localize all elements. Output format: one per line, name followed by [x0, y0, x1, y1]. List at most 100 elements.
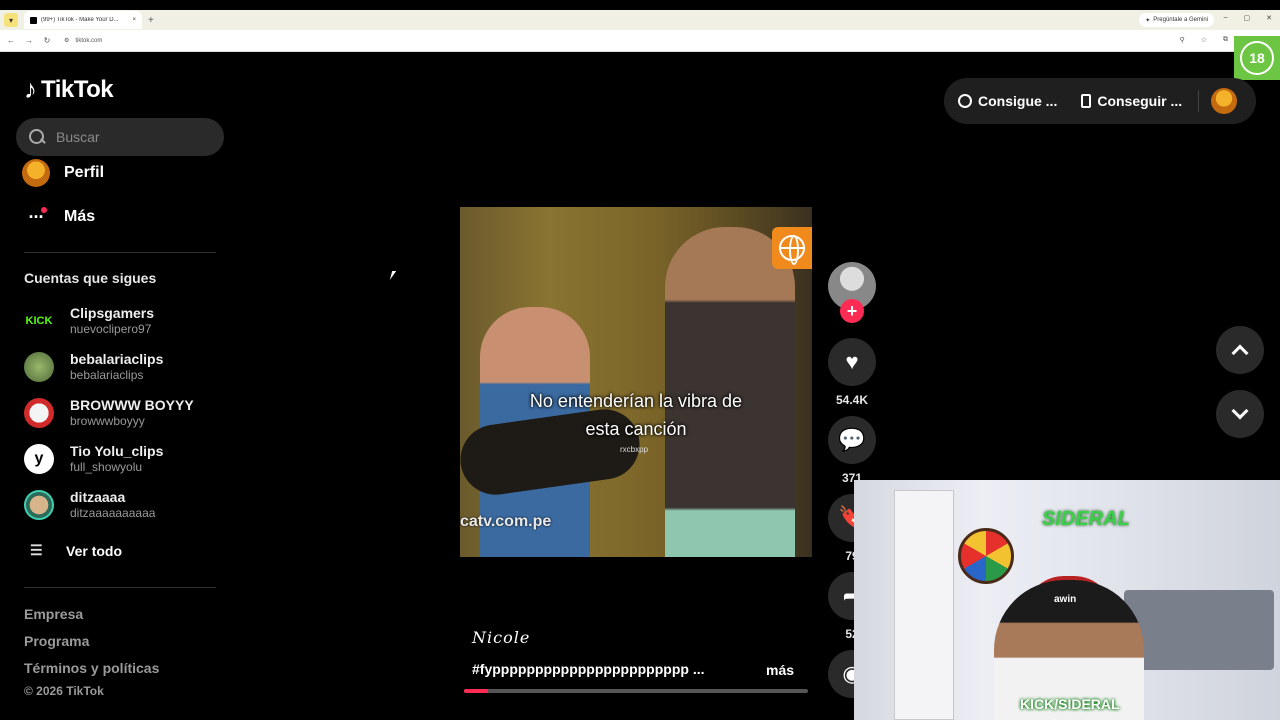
- video-caption-sub: rxcbxpp: [620, 445, 649, 454]
- address-bar: ← → ↻ ⚙ tiktok.com ⚲ ☆ ⧉: [0, 30, 1280, 52]
- account-avatar: [24, 490, 54, 520]
- following-account-item[interactable]: ditzaaaa ditzaaaaaaaaaa: [24, 489, 155, 521]
- following-account-item[interactable]: KICK Clipsgamers nuevoclipero97: [24, 305, 154, 337]
- see-all-button[interactable]: ☰ Ver todo: [30, 542, 122, 559]
- browser-tab[interactable]: (99+) TikTok - Make Your D... ×: [24, 11, 142, 29]
- url-field[interactable]: ⚙ tiktok.com: [60, 32, 1180, 49]
- sidebar-item-mas[interactable]: ··· Más: [22, 203, 96, 231]
- following-account-item[interactable]: bebalariaclips bebalariaclips: [24, 351, 163, 383]
- cap-logo: awin: [1054, 594, 1077, 605]
- video-player[interactable]: No entenderían la vibra de esta canción …: [460, 207, 812, 557]
- footer-link-empresa[interactable]: Empresa: [24, 606, 83, 622]
- get-coins-label: Consigue ...: [978, 93, 1058, 109]
- age-rating-text: 18: [1240, 41, 1274, 75]
- chevron-down-icon: [1231, 402, 1249, 420]
- coin-icon: [958, 94, 972, 108]
- tab-close-icon[interactable]: ×: [132, 17, 136, 23]
- footer-link-terms[interactable]: Términos y políticas: [24, 660, 159, 676]
- tiktok-favicon-icon: [30, 16, 37, 24]
- neon-sign: SIDERAL: [1042, 508, 1130, 530]
- comment-button[interactable]: 💬: [828, 416, 876, 464]
- tiktok-logo[interactable]: ♪ TikTok: [24, 74, 114, 105]
- account-name: Tio Yolu_clips: [70, 443, 164, 459]
- footer-link-programa[interactable]: Programa: [24, 633, 89, 649]
- sidebar-divider: [24, 252, 216, 253]
- prize-wheel-icon: [958, 528, 1014, 584]
- kick-avatar: KICK: [24, 306, 54, 336]
- copyright-text: © 2026 TikTok: [24, 684, 104, 698]
- webcam-scene-door: [894, 490, 954, 720]
- follow-plus-icon[interactable]: +: [840, 299, 864, 323]
- heart-icon: ♥: [845, 349, 859, 374]
- video-watermark: catv.com.pe: [460, 513, 552, 530]
- account-username: full_showyolu: [70, 460, 143, 474]
- account-avatar: [24, 352, 54, 382]
- user-avatar[interactable]: [1211, 88, 1238, 114]
- sidebar-item-label: Más: [64, 208, 96, 225]
- video-progress-bar[interactable]: [464, 689, 808, 693]
- like-button[interactable]: ♥: [828, 338, 876, 386]
- video-progress-fill: [464, 689, 489, 693]
- more-dots-icon: ···: [22, 203, 50, 231]
- maximize-icon[interactable]: ▢: [1244, 14, 1251, 22]
- account-name: ditzaaaa: [70, 489, 126, 505]
- account-avatar: y: [24, 444, 54, 474]
- video-caption-line: esta canción: [585, 419, 687, 439]
- notification-dot: [41, 207, 47, 213]
- following-account-item[interactable]: y Tio Yolu_clips full_showyolu: [24, 443, 163, 475]
- bookmark-star-icon[interactable]: ☆: [1201, 36, 1207, 44]
- gemini-button[interactable]: ✦ Pregúntale a Gemini: [1139, 13, 1214, 27]
- get-app-label: Conseguir ...: [1097, 93, 1183, 109]
- back-icon[interactable]: ←: [4, 36, 18, 45]
- account-avatar: [24, 398, 54, 428]
- list-icon: ☰: [30, 542, 43, 558]
- search-box[interactable]: [16, 118, 224, 156]
- next-video-button[interactable]: [1216, 390, 1264, 438]
- address-bar-actions: ⚲ ☆ ⧉: [1180, 36, 1228, 44]
- sidebar-item-perfil[interactable]: Perfil: [22, 159, 104, 187]
- account-username: bebalariaclips: [70, 368, 144, 382]
- account-username: ditzaaaaaaaaaa: [70, 506, 156, 520]
- site-info-icon[interactable]: ⚙: [64, 37, 69, 44]
- kick-channel-label: KICK/SIDERAL: [1020, 696, 1120, 712]
- video-author[interactable]: 𝑁𝑖𝑐𝑜𝑙𝑒: [472, 628, 530, 647]
- zoom-icon[interactable]: ⚲: [1180, 36, 1185, 44]
- following-section-title: Cuentas que sigues: [24, 270, 157, 286]
- streamer-webcam-overlay: SIDERAL awin KICK/SIDERAL: [854, 480, 1280, 720]
- browser-tab-bar: ▾ (99+) TikTok - Make Your D... × + ✦ Pr…: [0, 10, 1280, 30]
- search-input[interactable]: [56, 129, 206, 145]
- video-caption: No entenderían la vibra de esta canción: [460, 387, 812, 443]
- following-account-item[interactable]: BROWWW BOYYY browwwboyyy: [24, 397, 194, 429]
- logo-text: TikTok: [41, 75, 114, 103]
- tab-title: (99+) TikTok - Make Your D...: [41, 17, 119, 23]
- reload-icon[interactable]: ↻: [40, 36, 54, 45]
- new-tab-icon[interactable]: +: [148, 15, 154, 26]
- get-app-button[interactable]: Conseguir ...: [1081, 93, 1182, 109]
- tab-search-icon[interactable]: ▾: [4, 13, 18, 27]
- profile-avatar: [22, 159, 50, 187]
- age-rating-badge: 18: [1234, 36, 1280, 80]
- more-button[interactable]: más: [766, 662, 794, 678]
- comment-icon: 💬: [838, 427, 866, 452]
- account-username: nuevoclipero97: [70, 322, 152, 336]
- sidebar-item-label: Perfil: [64, 164, 105, 181]
- like-count: 54.4K: [835, 393, 869, 407]
- tiktok-note-icon: ♪: [24, 74, 37, 104]
- minimize-icon[interactable]: –: [1224, 14, 1228, 22]
- previous-video-button[interactable]: [1216, 326, 1264, 374]
- video-caption-line: No entenderían la vibra de: [529, 391, 743, 411]
- url-text: tiktok.com: [75, 37, 103, 44]
- top-actions-pill: Consigue ... Conseguir ...: [944, 78, 1256, 124]
- globe-icon: [772, 227, 812, 269]
- account-name: bebalariaclips: [70, 351, 164, 367]
- get-coins-button[interactable]: Consigue ...: [958, 93, 1057, 109]
- close-window-icon[interactable]: ✕: [1266, 14, 1272, 22]
- extensions-icon[interactable]: ⧉: [1223, 36, 1228, 44]
- forward-icon[interactable]: →: [22, 36, 36, 45]
- phone-icon: [1081, 94, 1092, 108]
- video-description: #fyppppppppppppppppppppppp ...: [472, 661, 705, 677]
- webcam-scene-bed: [1124, 590, 1274, 670]
- mouse-cursor: [389, 271, 397, 280]
- see-all-label: Ver todo: [66, 542, 123, 559]
- sidebar-divider: [24, 587, 216, 588]
